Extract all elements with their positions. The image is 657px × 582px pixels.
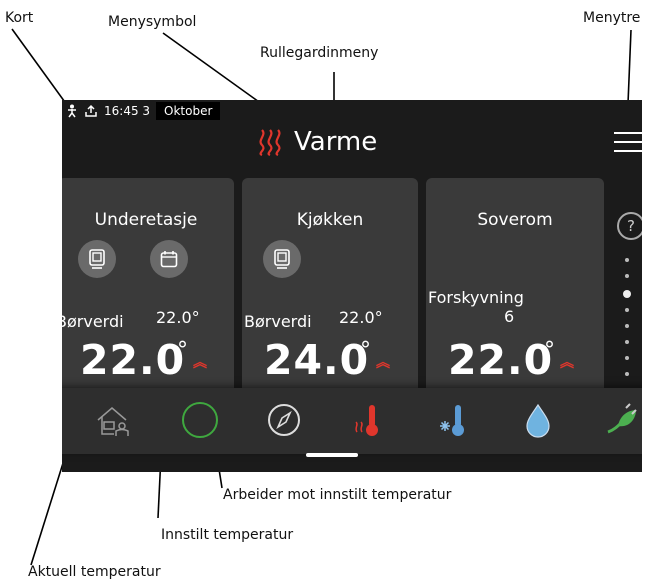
page-dot[interactable]: [625, 258, 629, 262]
heat-waves-icon: [259, 129, 281, 156]
heating-thermometer-icon: [355, 405, 378, 436]
callout-rullegardinmeny: Rullegardinmeny: [260, 45, 379, 61]
schedule-button[interactable]: [150, 240, 188, 278]
zone-card-soverom[interactable]: Soverom Forskyvning 6 22.0 ° ︽: [426, 178, 604, 398]
card-title: Soverom: [477, 210, 553, 230]
active-tab-indicator: [306, 453, 358, 457]
callout-kort: Kort: [5, 10, 34, 26]
page-title: Varme: [294, 127, 378, 157]
heating-active-icon: ︽: [376, 355, 390, 371]
page-dot[interactable]: [625, 324, 629, 328]
nav-cooling[interactable]: [434, 400, 474, 440]
calendar-icon: [160, 251, 178, 268]
callout-arbeider: Arbeider mot innstilt temperatur: [223, 487, 452, 503]
callout-menysymbol: Menysymbol: [108, 14, 197, 30]
indoor-climate-icon: [97, 407, 129, 436]
help-button[interactable]: ?: [617, 212, 642, 240]
nav-heating[interactable]: [348, 400, 388, 440]
room-sensor-button[interactable]: [78, 240, 116, 278]
page-header[interactable]: Varme: [258, 122, 377, 162]
menu-tree-button[interactable]: [614, 130, 642, 154]
bottom-navigation: [62, 388, 642, 454]
status-icon: [182, 402, 218, 438]
zone-card-kjokken[interactable]: Kjøkken Børverdi 22.0° 24.0 ° ︽: [242, 178, 418, 398]
callout-menytre: Menytre: [583, 10, 641, 26]
page-dot[interactable]: [625, 372, 629, 376]
setpoint-value: 22.0°: [339, 308, 383, 327]
device-screen: 16:45 3 Oktober Varme Underetasje Børver…: [62, 100, 642, 472]
cooling-thermometer-icon: [440, 405, 464, 436]
room-sensor-icon: [89, 249, 105, 269]
water-drop-icon: [526, 403, 550, 438]
setpoint-value: 22.0°: [156, 308, 200, 327]
current-temperature: 22.0: [80, 336, 186, 384]
card-title: Underetasje: [94, 210, 198, 230]
zone-card-underetasje[interactable]: Underetasje Børverdi 22.0° 22.0 ° ︽: [62, 178, 234, 398]
callout-aktuell: Aktuell temperatur: [28, 564, 161, 580]
heating-active-icon: ︽: [560, 355, 574, 371]
page-dot[interactable]: [625, 274, 629, 278]
upload-icon: [85, 104, 97, 117]
plug-leaf-icon: [607, 403, 637, 434]
card-title: Kjøkken: [296, 210, 364, 230]
setpoint-label: Børverdi: [244, 312, 312, 331]
status-month: Oktober: [156, 102, 221, 120]
nav-status[interactable]: [180, 400, 220, 440]
compass-icon: [268, 404, 300, 436]
degree-symbol: °: [177, 338, 188, 363]
offset-label: Forskyvning: [428, 288, 524, 307]
degree-symbol: °: [544, 338, 555, 363]
heating-active-icon: ︽: [193, 355, 207, 371]
degree-symbol: °: [360, 338, 371, 363]
person-icon: [68, 104, 76, 118]
setpoint-label: Børverdi: [62, 312, 124, 331]
nav-energy[interactable]: [602, 400, 642, 440]
nav-indoor-climate[interactable]: [94, 400, 134, 440]
nav-smart-guide[interactable]: [264, 400, 304, 440]
current-temperature: 22.0: [448, 336, 554, 384]
room-sensor-icon: [274, 249, 290, 269]
current-temperature: 24.0: [264, 336, 370, 384]
page-dot[interactable]: [625, 356, 629, 360]
page-dot[interactable]: [625, 308, 629, 312]
status-time: 16:45 3: [104, 104, 151, 118]
room-sensor-button[interactable]: [263, 240, 301, 278]
page-dot-active[interactable]: [623, 290, 631, 298]
status-bar: 16:45 3 Oktober: [66, 100, 221, 122]
offset-value: 6: [504, 307, 515, 326]
nav-hot-water[interactable]: [518, 400, 558, 440]
page-dot[interactable]: [625, 340, 629, 344]
callout-innstilt: Innstilt temperatur: [161, 527, 294, 543]
